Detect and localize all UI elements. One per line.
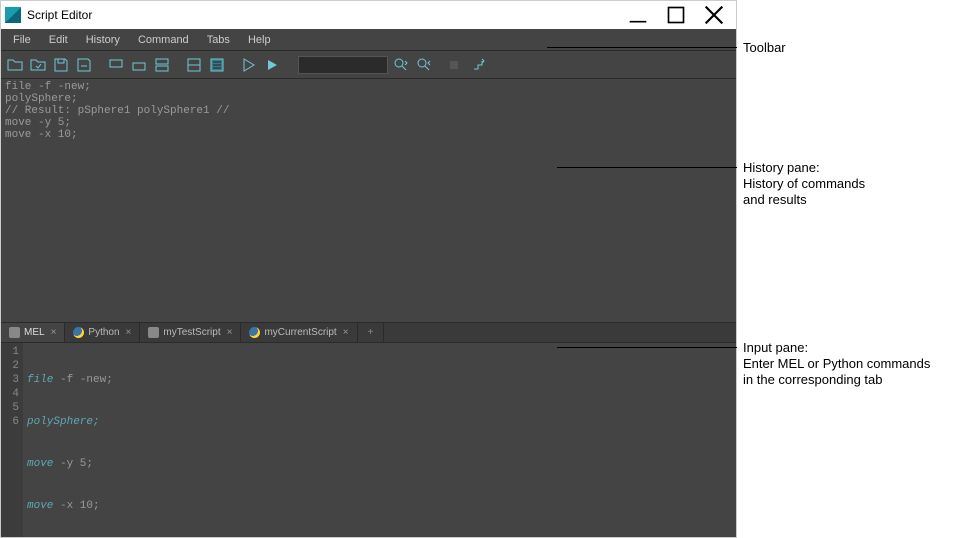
minimize-button[interactable] — [628, 5, 648, 25]
anno-history: History pane: History of commands and re… — [743, 160, 865, 208]
menu-file[interactable]: File — [5, 32, 39, 48]
titlebar: Script Editor — [1, 1, 736, 29]
tab-mycurrentscript-label: myCurrentScript — [264, 327, 336, 338]
window-buttons — [628, 5, 732, 25]
close-icon[interactable]: × — [343, 327, 349, 338]
tab-python-label: Python — [88, 327, 119, 338]
menu-edit[interactable]: Edit — [41, 32, 76, 48]
close-icon[interactable]: × — [227, 327, 233, 338]
clear-all-icon[interactable] — [152, 55, 172, 75]
tab-mytestscript[interactable]: myTestScript × — [140, 323, 241, 342]
source-script-icon[interactable] — [28, 55, 48, 75]
tab-mel-label: MEL — [24, 327, 45, 338]
annotations-panel: Toolbar History pane: History of command… — [737, 0, 969, 538]
execute-icon[interactable] — [239, 55, 259, 75]
tab-python[interactable]: Python × — [65, 323, 140, 342]
step-icon[interactable] — [469, 55, 489, 75]
maya-logo-icon — [5, 7, 21, 23]
search-up-icon[interactable] — [414, 55, 434, 75]
menu-help[interactable]: Help — [240, 32, 279, 48]
tab-mel[interactable]: MEL × — [1, 323, 65, 342]
script-editor-window: Script Editor File Edit History Command … — [0, 0, 737, 538]
menu-history[interactable]: History — [78, 32, 128, 48]
save-script-icon[interactable] — [51, 55, 71, 75]
execute-all-icon[interactable] — [262, 55, 282, 75]
search-down-icon[interactable] — [391, 55, 411, 75]
save-to-shelf-icon[interactable] — [74, 55, 94, 75]
clear-input-icon[interactable] — [129, 55, 149, 75]
mel-icon — [9, 327, 20, 338]
anno-toolbar: Toolbar — [743, 40, 786, 56]
show-history-icon[interactable] — [184, 55, 204, 75]
mel-icon — [148, 327, 159, 338]
tab-mytestscript-label: myTestScript — [163, 327, 220, 338]
clear-history-icon[interactable] — [106, 55, 126, 75]
open-script-icon[interactable] — [5, 55, 25, 75]
maximize-button[interactable] — [666, 5, 686, 25]
line-gutter: 1 2 3 4 5 6 — [1, 343, 23, 537]
python-icon — [73, 327, 84, 338]
goto-line-icon[interactable] — [446, 55, 466, 75]
menu-command[interactable]: Command — [130, 32, 197, 48]
python-icon — [249, 327, 260, 338]
anno-input: Input pane: Enter MEL or Python commands… — [743, 340, 930, 388]
window-title: Script Editor — [27, 8, 628, 22]
add-tab-button[interactable]: + — [358, 323, 385, 342]
close-button[interactable] — [704, 5, 724, 25]
show-input-icon[interactable] — [207, 55, 227, 75]
menu-tabs[interactable]: Tabs — [199, 32, 238, 48]
search-input[interactable] — [298, 56, 388, 74]
tab-mycurrentscript[interactable]: myCurrentScript × — [241, 323, 357, 342]
close-icon[interactable]: × — [51, 327, 57, 338]
close-icon[interactable]: × — [126, 327, 132, 338]
